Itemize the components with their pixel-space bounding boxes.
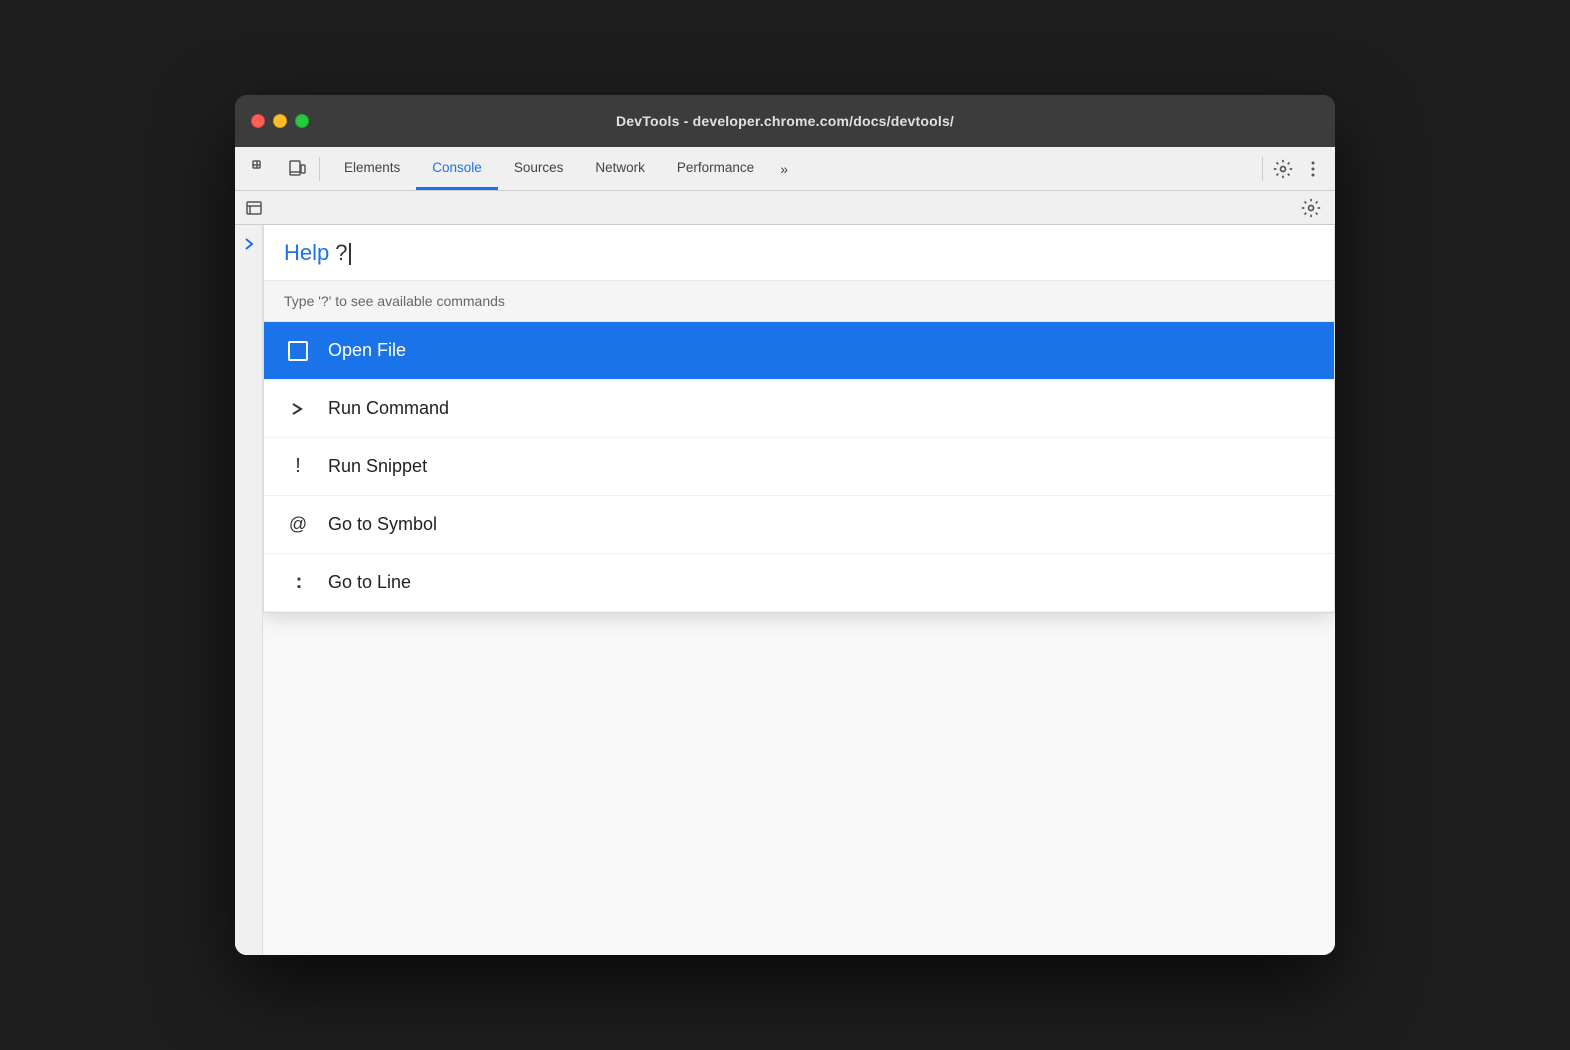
devtools-toolbar: Elements Console Sources Network Perform… <box>235 147 1335 191</box>
close-button[interactable] <box>251 114 265 128</box>
second-toolbar-settings-button[interactable] <box>1295 192 1327 224</box>
open-file-label: Open File <box>328 340 406 361</box>
go-to-symbol-label: Go to Symbol <box>328 514 437 535</box>
cursor-blink <box>349 243 351 265</box>
tab-performance[interactable]: Performance <box>661 147 770 190</box>
devtools-content: Help ? Type '?' to see available command… <box>235 225 1335 955</box>
maximize-button[interactable] <box>295 114 309 128</box>
menu-item-run-snippet[interactable]: ! Run Snippet <box>264 438 1334 496</box>
inspect-icon <box>252 160 270 178</box>
traffic-lights <box>251 114 309 128</box>
menu-item-go-to-symbol[interactable]: @ Go to Symbol <box>264 496 1334 554</box>
menu-item-go-to-line[interactable]: : Go to Line <box>264 554 1334 612</box>
devtools-window: DevTools - developer.chrome.com/docs/dev… <box>235 95 1335 955</box>
inspect-icon-button[interactable] <box>243 151 279 187</box>
menu-item-run-command[interactable]: Run Command <box>264 380 1334 438</box>
device-icon <box>288 160 306 178</box>
sidebar-left <box>235 225 263 955</box>
kebab-icon <box>1311 160 1315 178</box>
run-command-label: Run Command <box>328 398 449 419</box>
tab-network[interactable]: Network <box>579 147 661 190</box>
toolbar-divider-right <box>1262 157 1263 181</box>
devtools-body: Elements Console Sources Network Perform… <box>235 147 1335 955</box>
run-command-icon <box>284 395 312 423</box>
go-to-line-label: Go to Line <box>328 572 411 593</box>
hint-bar: Type '?' to see available commands <box>264 281 1334 322</box>
run-snippet-icon: ! <box>284 453 312 481</box>
run-snippet-label: Run Snippet <box>328 456 427 477</box>
second-toolbar <box>235 191 1335 225</box>
minimize-button[interactable] <box>273 114 287 128</box>
window-title: DevTools - developer.chrome.com/docs/dev… <box>616 113 954 129</box>
device-toggle-button[interactable] <box>279 151 315 187</box>
drawer-toggle-icon[interactable] <box>243 197 265 219</box>
toolbar-tabs: Elements Console Sources Network Perform… <box>328 147 1258 190</box>
main-area: Help ? Type '?' to see available command… <box>263 225 1335 955</box>
toolbar-divider <box>319 157 320 181</box>
help-label: Help <box>284 240 329 266</box>
tab-sources[interactable]: Sources <box>498 147 580 190</box>
go-to-line-icon: : <box>284 569 312 597</box>
more-tabs-button[interactable]: » <box>770 155 798 183</box>
sidebar-chevron-icon[interactable] <box>238 233 260 255</box>
command-menu: Help ? Type '?' to see available command… <box>263 225 1335 613</box>
kebab-menu-button[interactable] <box>1299 155 1327 183</box>
help-symbol: ? <box>335 240 350 266</box>
open-file-icon <box>284 337 312 365</box>
panel-icon <box>246 201 262 215</box>
title-bar: DevTools - developer.chrome.com/docs/dev… <box>235 95 1335 147</box>
gear-icon <box>1273 159 1293 179</box>
tab-elements[interactable]: Elements <box>328 147 416 190</box>
tab-console[interactable]: Console <box>416 147 498 190</box>
menu-items: Open File Run Command <box>264 322 1334 612</box>
menu-item-open-file[interactable]: Open File <box>264 322 1334 380</box>
second-gear-icon <box>1301 198 1321 218</box>
go-to-symbol-icon: @ <box>284 511 312 539</box>
settings-button[interactable] <box>1267 153 1299 185</box>
command-header: Help ? <box>264 225 1334 281</box>
